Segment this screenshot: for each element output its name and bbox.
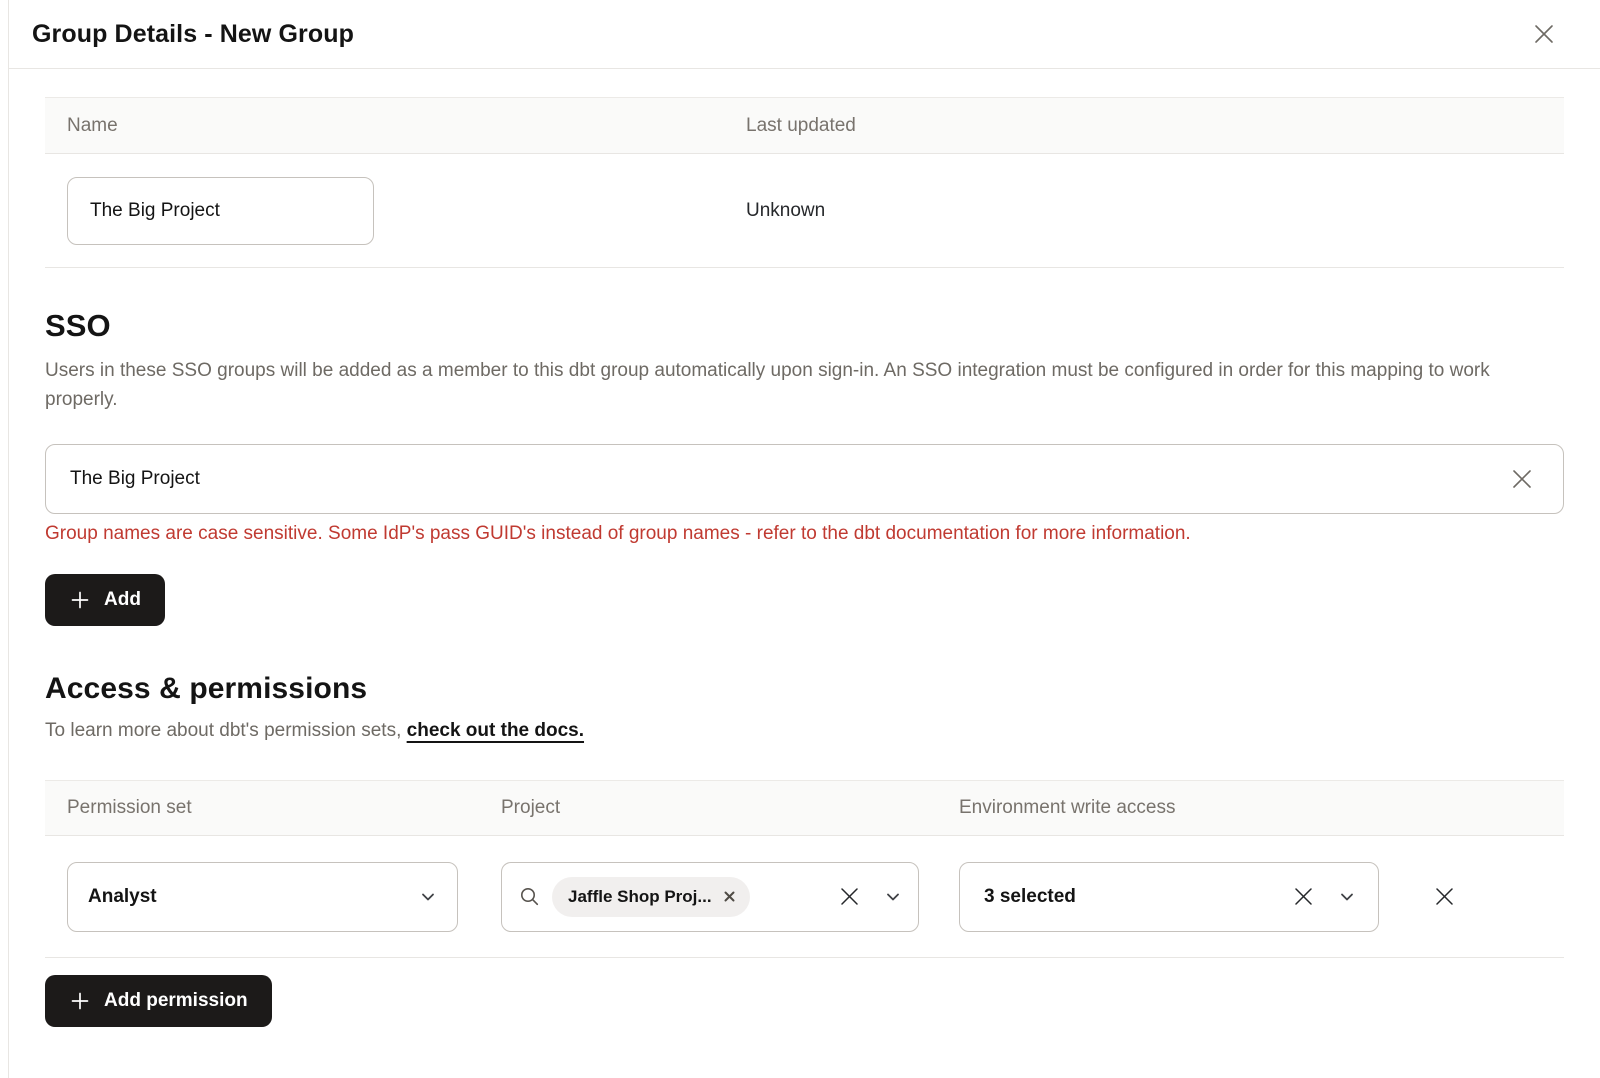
sso-group-clear-button[interactable] [1505,462,1539,496]
add-permission-button-label: Add permission [104,990,248,1012]
project-cell: Jaffle Shop Proj... [479,862,937,932]
clear-icon [1291,884,1316,909]
sso-group-input[interactable]: The Big Project [45,444,1564,514]
last-updated-value: Unknown [724,200,1564,222]
permission-set-value: Analyst [88,886,419,908]
table-row: The Big Project Unknown [45,154,1564,268]
environment-value: 3 selected [984,886,1287,908]
group-table-header: Name Last updated [45,97,1564,154]
column-header-project: Project [479,781,937,835]
delete-icon [1431,883,1458,910]
chevron-down-icon [884,888,902,906]
project-clear-button[interactable] [833,880,866,913]
modal-content: Name Last updated The Big Project Unknow… [9,97,1600,1027]
search-icon [518,885,542,909]
permissions-description: To learn more about dbt's permission set… [45,720,1564,742]
access-permissions-heading: Access & permissions [45,672,1564,706]
page-title: Group Details - New Group [32,20,354,49]
add-button-label: Add [104,589,141,611]
close-button[interactable] [1526,16,1562,52]
group-name-input[interactable]: The Big Project [67,177,374,245]
delete-permission-row-button[interactable] [1427,879,1462,914]
row-actions-cell [1405,879,1564,914]
environment-multiselect[interactable]: 3 selected [959,862,1379,932]
permissions-description-prefix: To learn more about dbt's permission set… [45,720,407,741]
chevron-down-icon [1338,888,1356,906]
permission-set-select[interactable]: Analyst [67,862,458,932]
clear-icon [837,884,862,909]
group-name-cell: The Big Project [45,177,724,245]
close-icon [1530,20,1558,48]
sso-warning-text: Group names are case sensitive. Some IdP… [45,523,1564,545]
sso-heading: SSO [45,308,1564,344]
project-tag-label: Jaffle Shop Proj... [568,887,712,907]
column-header-permission-set: Permission set [45,781,479,835]
tag-remove-icon[interactable] [723,890,736,903]
project-tag[interactable]: Jaffle Shop Proj... [552,877,750,917]
column-header-name: Name [45,98,724,153]
add-sso-group-button[interactable]: Add [45,574,165,626]
permissions-table: Permission set Project Environment write… [45,780,1564,958]
column-header-environment: Environment write access [937,781,1405,835]
permissions-table-header: Permission set Project Environment write… [45,780,1564,836]
sso-description: Users in these SSO groups will be added … [45,356,1525,414]
plus-icon [69,990,91,1012]
column-header-last-updated: Last updated [724,98,1564,153]
column-header-actions [1405,781,1564,835]
add-permission-button[interactable]: Add permission [45,975,272,1027]
clear-icon [1509,466,1535,492]
environment-cell: 3 selected [937,862,1405,932]
modal-header: Group Details - New Group [9,0,1600,69]
plus-icon [69,589,91,611]
chevron-down-icon [419,888,437,906]
sso-group-input-value: The Big Project [70,468,1505,490]
permission-set-cell: Analyst [45,862,479,932]
docs-link[interactable]: check out the docs. [407,720,584,741]
group-details-modal: Group Details - New Group Name Last upda… [8,0,1600,1078]
group-table: Name Last updated The Big Project Unknow… [45,97,1564,268]
environment-clear-button[interactable] [1287,880,1320,913]
permission-row: Analyst Jaffle Shop Proj... [45,836,1564,958]
project-multiselect[interactable]: Jaffle Shop Proj... [501,862,919,932]
